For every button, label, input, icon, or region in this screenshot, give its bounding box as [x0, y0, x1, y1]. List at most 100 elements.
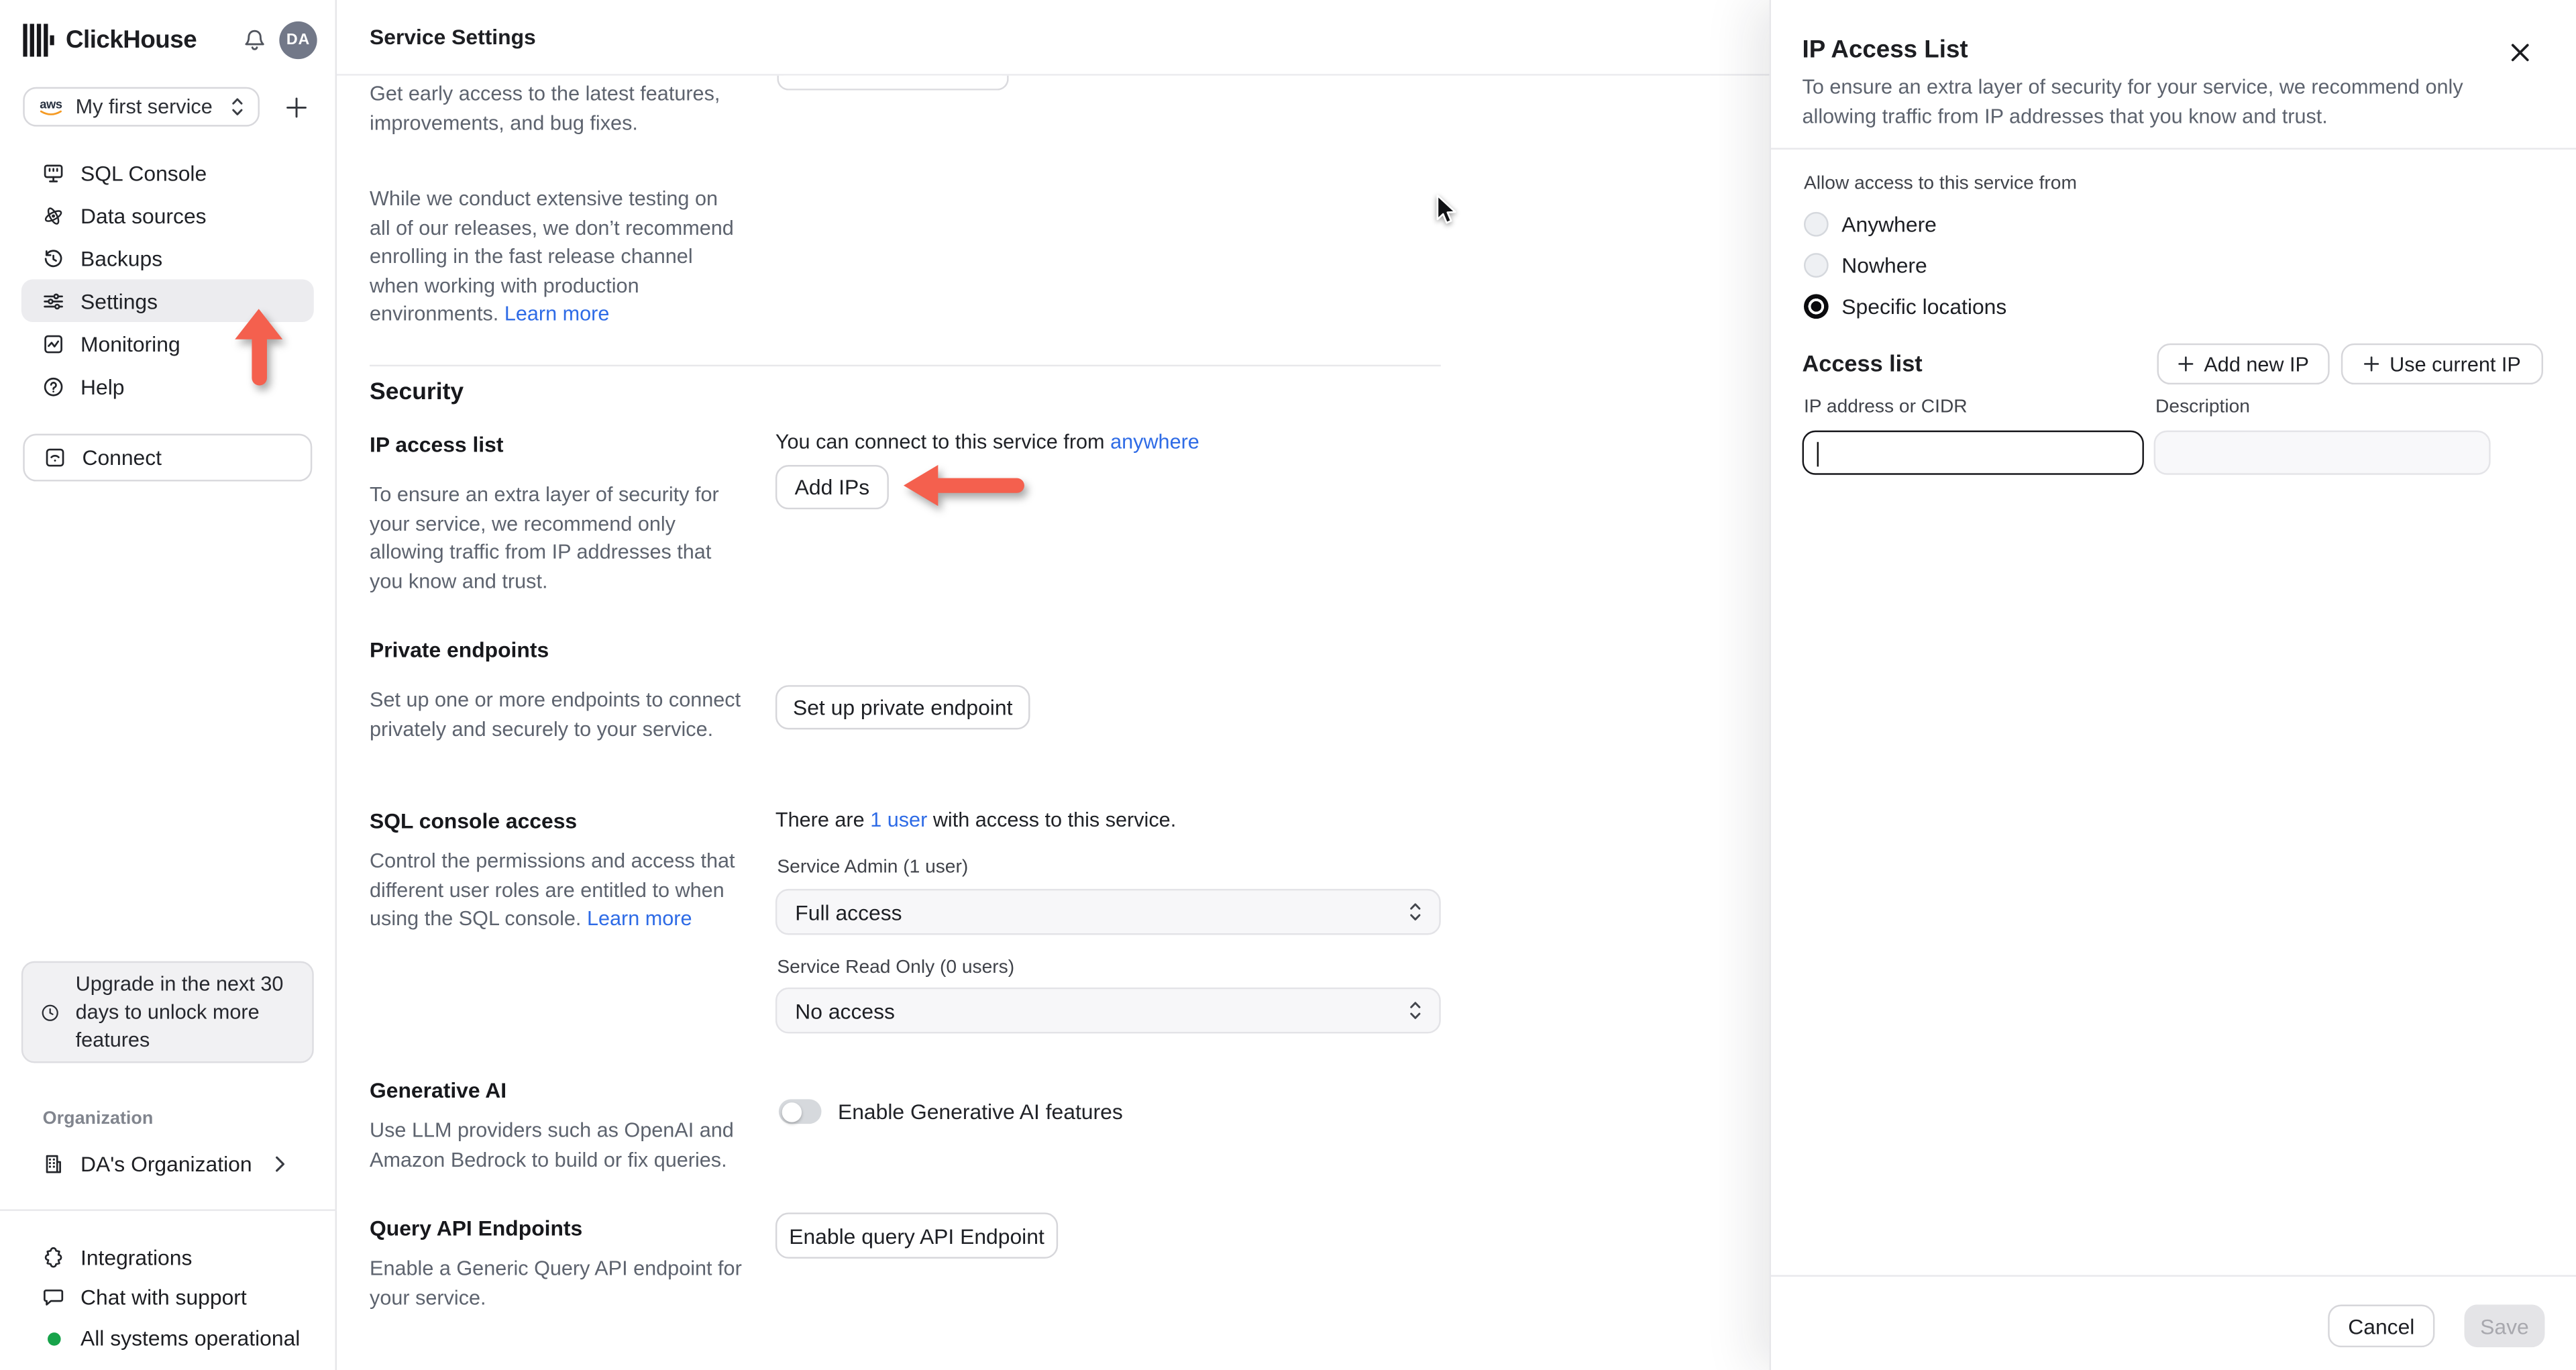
sidebar: ClickHouse DA aws My first service SQL C…	[0, 0, 337, 1370]
brand-row: ClickHouse DA	[23, 18, 317, 61]
sidebar-item-data-sources[interactable]: Data sources	[21, 194, 314, 237]
add-new-ip-button[interactable]: Add new IP	[2157, 343, 2330, 385]
status-green-dot	[46, 1331, 60, 1345]
brand-name: ClickHouse	[65, 25, 197, 54]
private-endpoints-title: Private endpoints	[370, 637, 549, 662]
main-content: Service Settings Get early access to the…	[337, 0, 1770, 1370]
add-ips-button[interactable]: Add IPs	[775, 465, 889, 510]
users-with-access-text: There are 1 user with access to this ser…	[775, 808, 1177, 832]
organization-building-icon	[46, 1154, 61, 1173]
learn-more-link[interactable]: Learn more	[587, 907, 692, 930]
save-button[interactable]: Save	[2464, 1304, 2545, 1348]
upgrade-clock-icon	[42, 1004, 58, 1020]
data-sources-icon	[44, 207, 62, 224]
description-label: Description	[2155, 397, 2250, 418]
ip-access-list-description: To ensure an extra layer of security for…	[370, 483, 719, 592]
upgrade-banner[interactable]: Upgrade in the next 30 days to unlock mo…	[21, 961, 314, 1063]
annotation-arrow-left	[903, 465, 1024, 507]
connect-from-text: You can connect to this service from any…	[775, 430, 1199, 454]
radio-option-specific-locations[interactable]: Specific locations	[1803, 293, 2006, 321]
release-channel-description: Get early access to the latest features,…	[370, 82, 720, 134]
plus-icon	[2178, 356, 2193, 372]
query-api-endpoints-title: Query API Endpoints	[370, 1216, 583, 1241]
sql-console-icon	[44, 164, 63, 182]
panel-title: IP Access List	[1802, 36, 1968, 64]
ip-access-list-panel: IP Access List To ensure an extra layer …	[1769, 0, 2576, 1370]
clickhouse-console: ClickHouse DA aws My first service SQL C…	[0, 0, 2576, 1370]
radio-option-nowhere[interactable]: Nowhere	[1803, 252, 1927, 280]
release-channel-select-fragment[interactable]	[777, 75, 1009, 91]
organization-name: DA's Organization	[80, 1151, 252, 1176]
panel-description: To ensure an extra layer of security for…	[1802, 75, 2463, 127]
annotation-arrow-up	[235, 309, 283, 386]
allow-access-label: Allow access to this service from	[1803, 174, 2077, 194]
generative-ai-title: Generative AI	[370, 1077, 507, 1103]
setup-private-endpoint-button[interactable]: Set up private endpoint	[775, 685, 1030, 730]
chevron-updown-icon	[1410, 1002, 1421, 1019]
chat-bubble-icon	[44, 1289, 64, 1306]
sidebar-item-organization[interactable]: DA's Organization	[21, 1142, 314, 1185]
chevron-updown-icon	[1410, 903, 1421, 920]
sidebar-item-sql-console[interactable]: SQL Console	[21, 151, 314, 194]
radio-icon	[1803, 211, 1829, 237]
one-user-link[interactable]: 1 user	[870, 808, 927, 831]
anywhere-link[interactable]: anywhere	[1110, 431, 1199, 454]
generative-ai-toggle[interactable]	[778, 1099, 822, 1124]
sidebar-item-chat-support[interactable]: Chat with support	[21, 1277, 314, 1317]
plus-icon	[2363, 356, 2379, 372]
radio-selected-icon	[1803, 294, 1829, 319]
aws-provider-icon: aws	[40, 97, 62, 116]
integrations-puzzle-icon	[44, 1247, 62, 1268]
cancel-button[interactable]: Cancel	[2328, 1304, 2435, 1348]
organization-section-label: Organization	[42, 1109, 154, 1129]
monitoring-icon	[44, 334, 62, 353]
clickhouse-logo-icon	[23, 23, 54, 56]
service-name: My first service	[75, 95, 213, 119]
sql-console-access-title: SQL console access	[370, 808, 578, 833]
query-api-description: Enable a Generic Query API endpoint for …	[370, 1257, 742, 1309]
mouse-cursor	[1436, 195, 1456, 224]
enable-query-api-button[interactable]: Enable query API Endpoint	[775, 1212, 1059, 1259]
ip-access-list-title: IP access list	[370, 432, 504, 457]
service-readonly-select[interactable]: No access	[775, 987, 1441, 1034]
generative-ai-toggle-label: Enable Generative AI features	[837, 1099, 1123, 1124]
section-divider	[370, 364, 1441, 367]
private-endpoints-description: Set up one or more endpoints to connect …	[370, 688, 741, 741]
radio-icon	[1803, 253, 1829, 278]
connect-button[interactable]: Connect	[23, 433, 313, 482]
service-selector[interactable]: aws My first service	[23, 87, 260, 127]
close-icon[interactable]	[2510, 43, 2530, 62]
use-current-ip-button[interactable]: Use current IP	[2341, 343, 2544, 385]
page-header: Service Settings	[337, 0, 1770, 76]
security-heading: Security	[370, 379, 464, 406]
sidebar-divider	[0, 1209, 337, 1211]
chevron-updown-icon	[231, 98, 242, 115]
release-channel-warning: While we conduct extensive testing on al…	[370, 187, 734, 325]
service-admin-select[interactable]: Full access	[775, 888, 1441, 935]
access-list-heading: Access list	[1802, 350, 1923, 376]
sidebar-item-backups[interactable]: Backups	[21, 237, 314, 280]
radio-option-anywhere[interactable]: Anywhere	[1803, 210, 1937, 238]
service-admin-label: Service Admin (1 user)	[777, 857, 969, 878]
service-readonly-label: Service Read Only (0 users)	[777, 957, 1015, 978]
sidebar-item-integrations[interactable]: Integrations	[21, 1238, 314, 1277]
chevron-right-icon	[276, 1155, 285, 1171]
settings-icon	[44, 293, 63, 309]
learn-more-link[interactable]: Learn more	[504, 303, 610, 325]
text-caret	[1817, 441, 1819, 466]
help-icon	[44, 376, 63, 396]
add-service-button[interactable]	[280, 91, 312, 123]
panel-divider	[1771, 148, 2576, 150]
sidebar-item-system-status[interactable]: All systems operational	[21, 1318, 314, 1358]
upgrade-banner-text: Upgrade in the next 30 days to unlock mo…	[75, 971, 284, 1051]
sql-console-access-description: Control the permissions and access that …	[370, 849, 735, 931]
panel-footer-divider	[1771, 1275, 2576, 1277]
notifications-bell-icon[interactable]	[240, 25, 270, 54]
page-title: Service Settings	[370, 24, 536, 50]
backups-icon	[44, 249, 62, 266]
ip-address-label: IP address or CIDR	[1803, 397, 1968, 418]
ip-address-input[interactable]	[1802, 430, 2144, 475]
description-input[interactable]	[2153, 430, 2491, 475]
connect-icon	[46, 448, 64, 467]
user-avatar[interactable]: DA	[279, 20, 317, 58]
